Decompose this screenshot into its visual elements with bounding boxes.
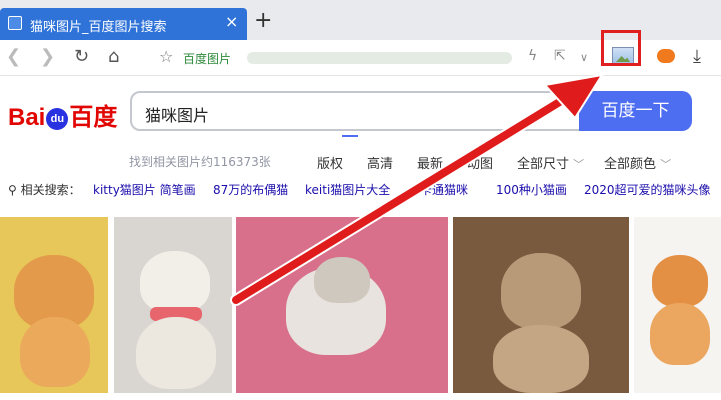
annotation-arrow <box>230 73 605 306</box>
screenshot: 猫咪图片_百度图片搜索 × + ❮ ❯ ↻ ⌂ ☆ 百度图片 ϟ ⇱ ∨ ⤓ B… <box>0 0 721 400</box>
